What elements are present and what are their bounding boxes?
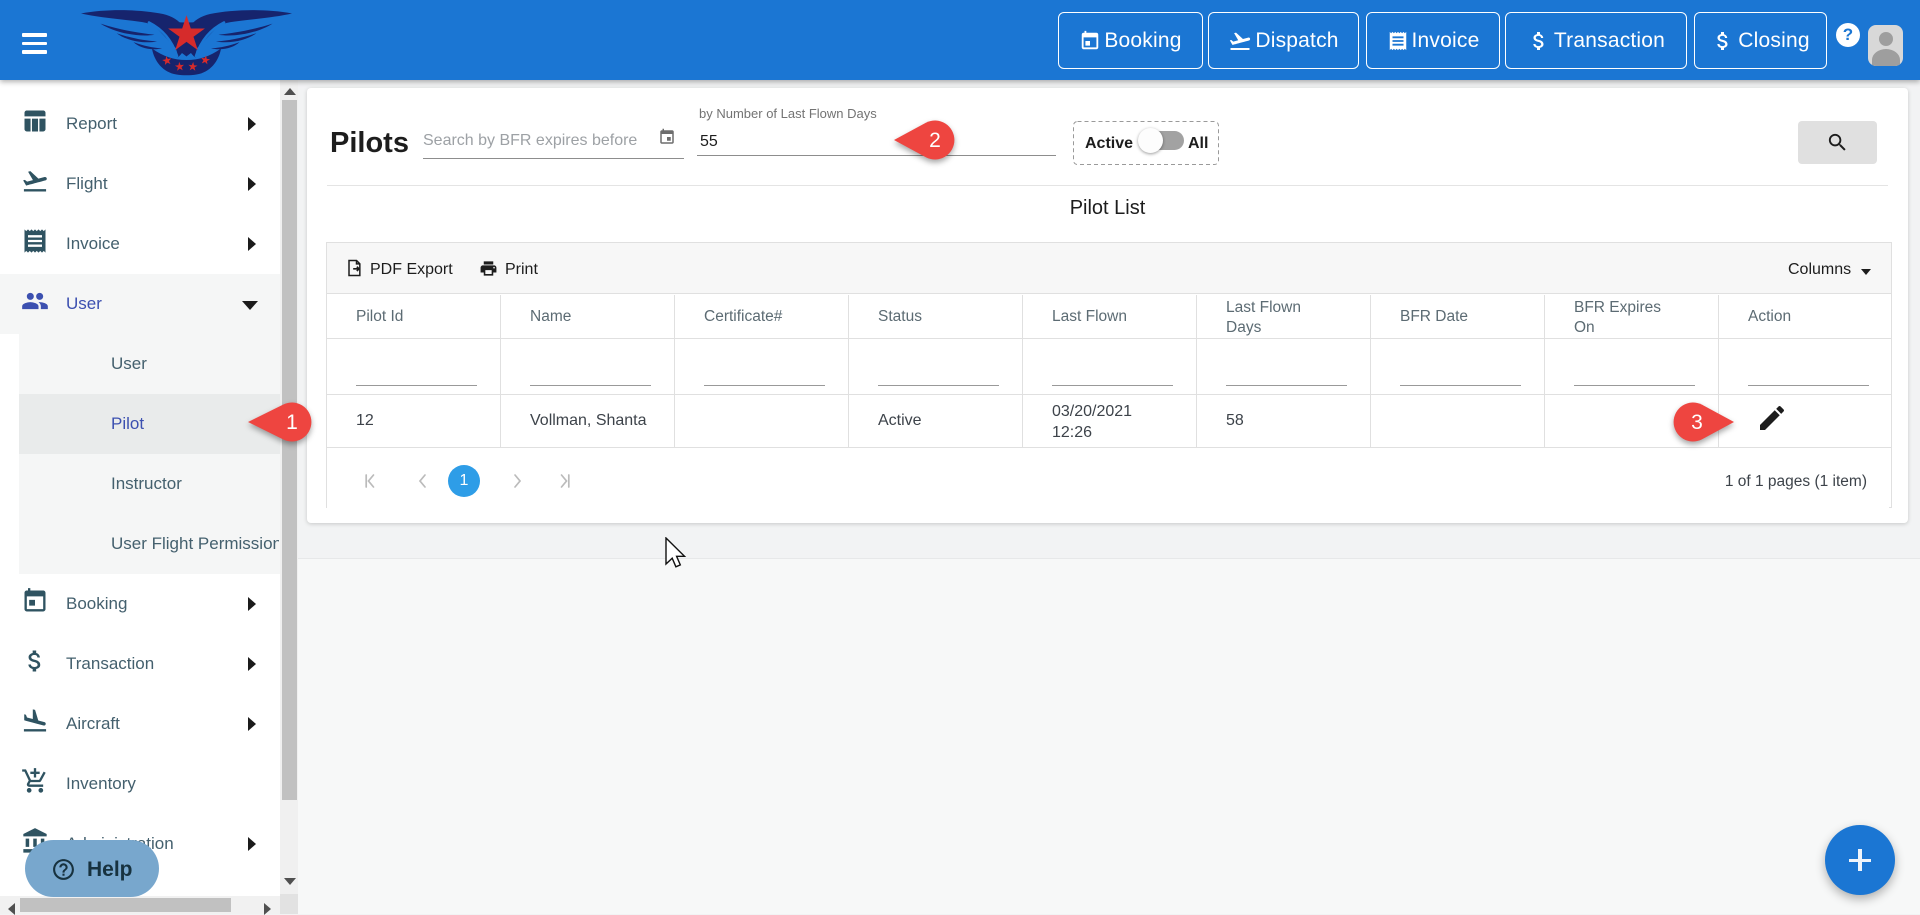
svg-text:2: 2: [929, 129, 941, 152]
svg-text:3: 3: [1691, 411, 1703, 434]
svg-text:1: 1: [286, 411, 298, 434]
